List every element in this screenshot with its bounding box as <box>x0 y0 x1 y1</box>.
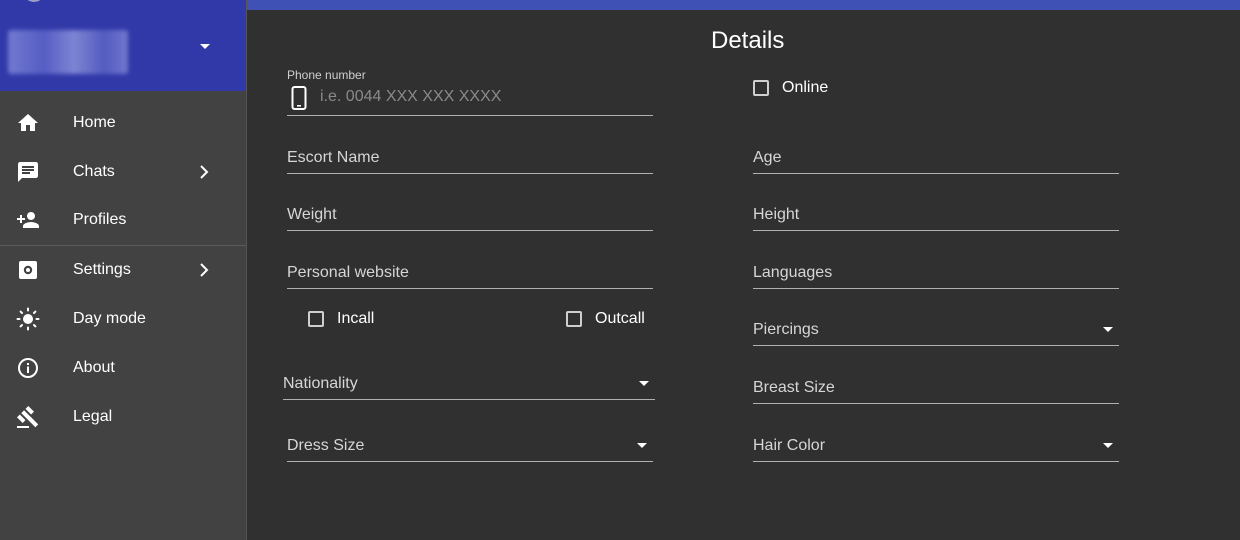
sidebar-item-profiles[interactable]: Profiles <box>0 196 246 244</box>
sidebar-item-label: About <box>73 359 115 376</box>
piercings-label: Piercings <box>753 321 819 338</box>
info-icon <box>16 356 40 380</box>
sidebar-item-legal[interactable]: Legal <box>0 393 246 441</box>
sidebar-item-label: Profiles <box>73 211 127 228</box>
account-dropdown-icon[interactable] <box>200 44 210 49</box>
incall-label: Incall <box>337 310 375 327</box>
escort-name-label: Escort Name <box>287 149 380 166</box>
phone-number-field[interactable]: Phone number <box>287 66 653 116</box>
languages-label: Languages <box>753 264 833 281</box>
sidebar-item-label: Home <box>73 114 116 131</box>
incall-checkbox[interactable]: Incall <box>308 310 374 328</box>
gavel-icon <box>16 405 40 429</box>
dropdown-arrow-icon <box>1103 443 1113 448</box>
hair-color-select[interactable]: Hair Color <box>753 421 1119 462</box>
sidebar-item-day-mode[interactable]: Day mode <box>0 295 246 343</box>
account-info-blurred <box>8 30 128 74</box>
dress-size-select[interactable]: Dress Size <box>287 421 653 462</box>
top-app-bar <box>247 0 1240 10</box>
escort-name-field[interactable]: Escort Name <box>287 133 653 174</box>
personal-website-label: Personal website <box>287 264 409 281</box>
sidebar-item-label: Chats <box>73 163 115 180</box>
chevron-right-icon <box>198 262 210 278</box>
sidebar-item-label: Legal <box>73 408 113 425</box>
age-label: Age <box>753 149 782 166</box>
settings-icon <box>16 258 40 282</box>
online-label: Online <box>782 79 829 96</box>
home-icon <box>16 111 40 135</box>
languages-field[interactable]: Languages <box>753 248 1119 289</box>
outcall-checkbox[interactable]: Outcall <box>566 310 645 328</box>
chat-icon <box>16 160 40 184</box>
dropdown-arrow-icon <box>639 381 649 386</box>
online-checkbox[interactable]: Online <box>753 79 828 97</box>
page-title: Details <box>711 27 785 54</box>
dress-size-label: Dress Size <box>287 437 365 454</box>
sidebar-item-label: Settings <box>73 261 131 278</box>
age-field[interactable]: Age <box>753 133 1119 174</box>
weight-field[interactable]: Weight <box>287 190 653 231</box>
sidebar-item-home[interactable]: Home <box>0 99 246 147</box>
checkbox-box[interactable] <box>753 80 769 96</box>
breast-size-field[interactable]: Breast Size <box>753 363 1119 404</box>
account-header[interactable] <box>0 0 246 91</box>
phone-number-label: Phone number <box>287 68 366 82</box>
sidebar-item-chats[interactable]: Chats <box>0 148 246 196</box>
nationality-select[interactable]: Nationality <box>283 359 655 400</box>
checkbox-box[interactable] <box>566 311 582 327</box>
sidebar-item-settings[interactable]: Settings <box>0 246 246 294</box>
nationality-label: Nationality <box>283 375 358 392</box>
smartphone-icon <box>291 86 307 110</box>
breast-size-label: Breast Size <box>753 379 835 396</box>
piercings-select[interactable]: Piercings <box>753 305 1119 346</box>
avatar <box>23 0 45 2</box>
personal-website-field[interactable]: Personal website <box>287 248 653 289</box>
chevron-right-icon <box>198 164 210 180</box>
dropdown-arrow-icon <box>637 443 647 448</box>
sidebar-item-about[interactable]: About <box>0 344 246 392</box>
outcall-label: Outcall <box>595 310 645 327</box>
sidebar: Home Chats Profiles Settings Day mode Ab… <box>0 0 247 540</box>
height-label: Height <box>753 206 800 223</box>
checkbox-box[interactable] <box>308 311 324 327</box>
phone-number-input[interactable] <box>320 88 640 106</box>
weight-label: Weight <box>287 206 337 223</box>
dropdown-arrow-icon <box>1103 327 1113 332</box>
sun-icon <box>16 307 40 331</box>
hair-color-label: Hair Color <box>753 437 826 454</box>
sidebar-item-label: Day mode <box>73 310 146 327</box>
height-field[interactable]: Height <box>753 190 1119 231</box>
add-person-icon <box>16 208 40 232</box>
